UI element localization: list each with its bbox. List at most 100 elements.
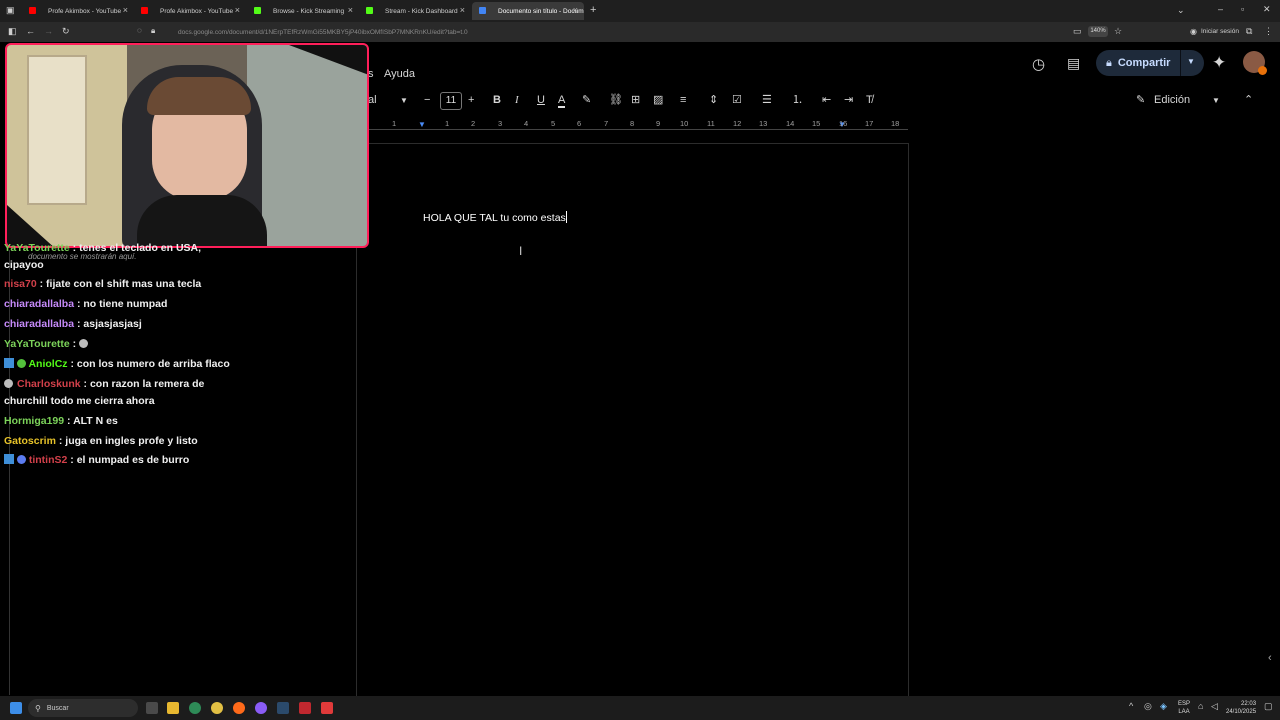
file-explorer-icon[interactable] [167, 702, 179, 714]
ruler-number: 12 [733, 119, 742, 128]
clear-formatting-icon[interactable]: T̸ [866, 95, 873, 106]
chat-text: no tiene numpad [83, 298, 168, 310]
tab-kick-dashboard[interactable]: Stream - Kick Dashboard × [359, 2, 471, 20]
chrome-icon[interactable] [211, 702, 223, 714]
insert-image-icon[interactable]: ▨ [653, 95, 663, 106]
underline-icon[interactable]: U [537, 95, 545, 106]
firefox-icon[interactable] [233, 702, 245, 714]
forward-icon[interactable]: → [44, 27, 53, 36]
decrease-indent-icon[interactable]: ⇤ [822, 95, 831, 106]
tab-search-icon[interactable]: ⌄ [1177, 6, 1185, 15]
left-indent-marker[interactable]: ▼ [418, 120, 426, 129]
add-comment-icon[interactable]: ⊞ [631, 95, 640, 106]
app-icon[interactable] [299, 702, 311, 714]
numbered-list-icon[interactable]: ⒈ [792, 95, 803, 106]
notifications-icon[interactable]: ▢ [1264, 701, 1273, 712]
avatar[interactable] [1243, 51, 1267, 75]
back-icon[interactable]: ← [26, 27, 35, 36]
browser-menu-icon[interactable]: ⋮ [1264, 27, 1273, 36]
tab-youtube-1[interactable]: Profe Akimbox - YouTube × [22, 2, 134, 20]
close-tab-icon[interactable]: × [460, 5, 465, 15]
close-tab-icon[interactable]: × [235, 5, 240, 15]
network-icon[interactable]: ⌂ [1198, 701, 1203, 711]
clock[interactable]: 22:03 24/10/2025 [1226, 700, 1256, 716]
close-tab-icon[interactable]: × [348, 5, 353, 15]
shield-icon[interactable]: ◌ [137, 27, 142, 35]
new-tab-icon[interactable]: + [590, 5, 596, 16]
lock-icon[interactable]: 🔒︎ [151, 27, 155, 35]
gemini-sparkle-icon[interactable]: ✦ [1212, 53, 1226, 73]
minimize-icon[interactable]: – [1218, 5, 1223, 14]
checklist-icon[interactable]: ☑ [732, 95, 742, 106]
sign-in-button[interactable]: Iniciar sesión [1201, 28, 1239, 35]
zoom-badge[interactable]: 140% [1088, 26, 1108, 37]
collapse-menus-icon[interactable]: ⌃ [1244, 95, 1253, 106]
task-view-icon[interactable] [146, 702, 158, 714]
steam-icon[interactable] [277, 702, 289, 714]
close-window-icon[interactable]: ✕ [1263, 5, 1271, 14]
discord-icon[interactable] [255, 702, 267, 714]
bullet-list-icon[interactable]: ☰ [762, 95, 772, 106]
side-panel-toggle-icon[interactable]: ‹ [1268, 652, 1272, 664]
chat-username: nisa70 [4, 278, 37, 290]
kick-icon [254, 7, 261, 14]
document-page[interactable]: HOLA QUE TAL tu como estas I [356, 143, 909, 696]
extensions-icon[interactable]: ⧉ [1246, 27, 1252, 36]
comments-icon[interactable]: ▤ [1067, 55, 1080, 72]
tab-kick-browse[interactable]: Browse - Kick Streaming × [247, 2, 359, 20]
ruler-number: 8 [630, 119, 635, 128]
increase-font-icon[interactable]: + [468, 95, 474, 106]
taskbar-search[interactable]: ⚲ Buscar [28, 699, 138, 717]
bookmark-star-icon[interactable]: ☆ [1114, 27, 1122, 36]
increase-indent-icon[interactable]: ⇥ [844, 95, 853, 106]
xbox-icon[interactable] [189, 702, 201, 714]
search-label: Buscar [46, 704, 69, 712]
text-caret [565, 211, 567, 223]
sidebar-icon[interactable]: ◧ [8, 27, 17, 36]
share-button[interactable]: 🔒︎ Compartir ▼ [1096, 50, 1204, 76]
maximize-icon[interactable]: ▫ [1241, 5, 1244, 14]
chat-username: chiaradallalba [4, 298, 75, 310]
bold-icon[interactable]: B [493, 95, 501, 106]
tray-chevron-icon[interactable]: ^ [1129, 701, 1133, 711]
profile-icon[interactable]: ◉ [1190, 28, 1197, 36]
install-app-icon[interactable]: ▭ [1073, 27, 1082, 36]
line-spacing-icon[interactable]: ⇕ [709, 95, 718, 106]
document-text[interactable]: HOLA QUE TAL tu como estas [423, 211, 567, 224]
start-icon[interactable] [10, 702, 22, 714]
tab-title: Stream - Kick Dashboard [385, 7, 458, 15]
text-color-icon[interactable]: A [558, 95, 566, 108]
volume-icon[interactable]: ◁ [1211, 701, 1218, 712]
ruler-number: 9 [656, 119, 661, 128]
chat-text: con los numero de arriba flaco [76, 358, 230, 370]
app-icon[interactable] [321, 702, 333, 714]
chat-text: el numpad es de burro [76, 454, 190, 466]
font-dropdown-icon[interactable]: ▼ [400, 97, 408, 105]
tray-icon[interactable]: ◎ [1144, 701, 1152, 712]
close-tab-icon[interactable]: × [573, 5, 578, 15]
reload-icon[interactable]: ↻ [62, 27, 70, 36]
chat-text: con razon la remera de [89, 378, 205, 390]
decrease-font-icon[interactable]: − [424, 95, 430, 106]
ruler-number: 14 [786, 119, 795, 128]
close-tab-icon[interactable]: × [123, 5, 128, 15]
tab-menu-icon[interactable]: ▣ [6, 6, 15, 15]
tab-youtube-2[interactable]: Profe Akimbox - YouTube × [134, 2, 246, 20]
mode-dropdown-icon[interactable]: ▼ [1212, 97, 1220, 105]
link-icon[interactable]: ⛓︎ [609, 95, 623, 106]
align-icon[interactable]: ≡ [680, 95, 686, 106]
ruler-number: 17 [865, 119, 874, 128]
language-indicator[interactable]: ESP LAA [1178, 700, 1190, 716]
horizontal-ruler[interactable]: ▼ ▼ 1 1 2 3 4 5 6 7 8 9 10 11 12 13 14 1… [368, 119, 1280, 131]
italic-icon[interactable]: I [515, 95, 519, 106]
mode-label[interactable]: Edición [1154, 95, 1190, 106]
version-history-icon[interactable]: ◷ [1032, 55, 1045, 73]
highlight-icon[interactable]: ✎ [582, 95, 591, 106]
share-dropdown-icon[interactable]: ▼ [1187, 57, 1195, 66]
font-name[interactable]: al [368, 95, 377, 106]
tab-google-docs[interactable]: Documento sin título - Docum × [472, 2, 584, 20]
font-size-input[interactable]: 11 [440, 92, 462, 110]
menu-help[interactable]: Ayuda [384, 68, 415, 80]
url-field[interactable]: docs.google.com/document/d/1NErpTEfRzWmG… [178, 25, 1178, 39]
tray-icon[interactable]: ◈ [1160, 701, 1167, 712]
